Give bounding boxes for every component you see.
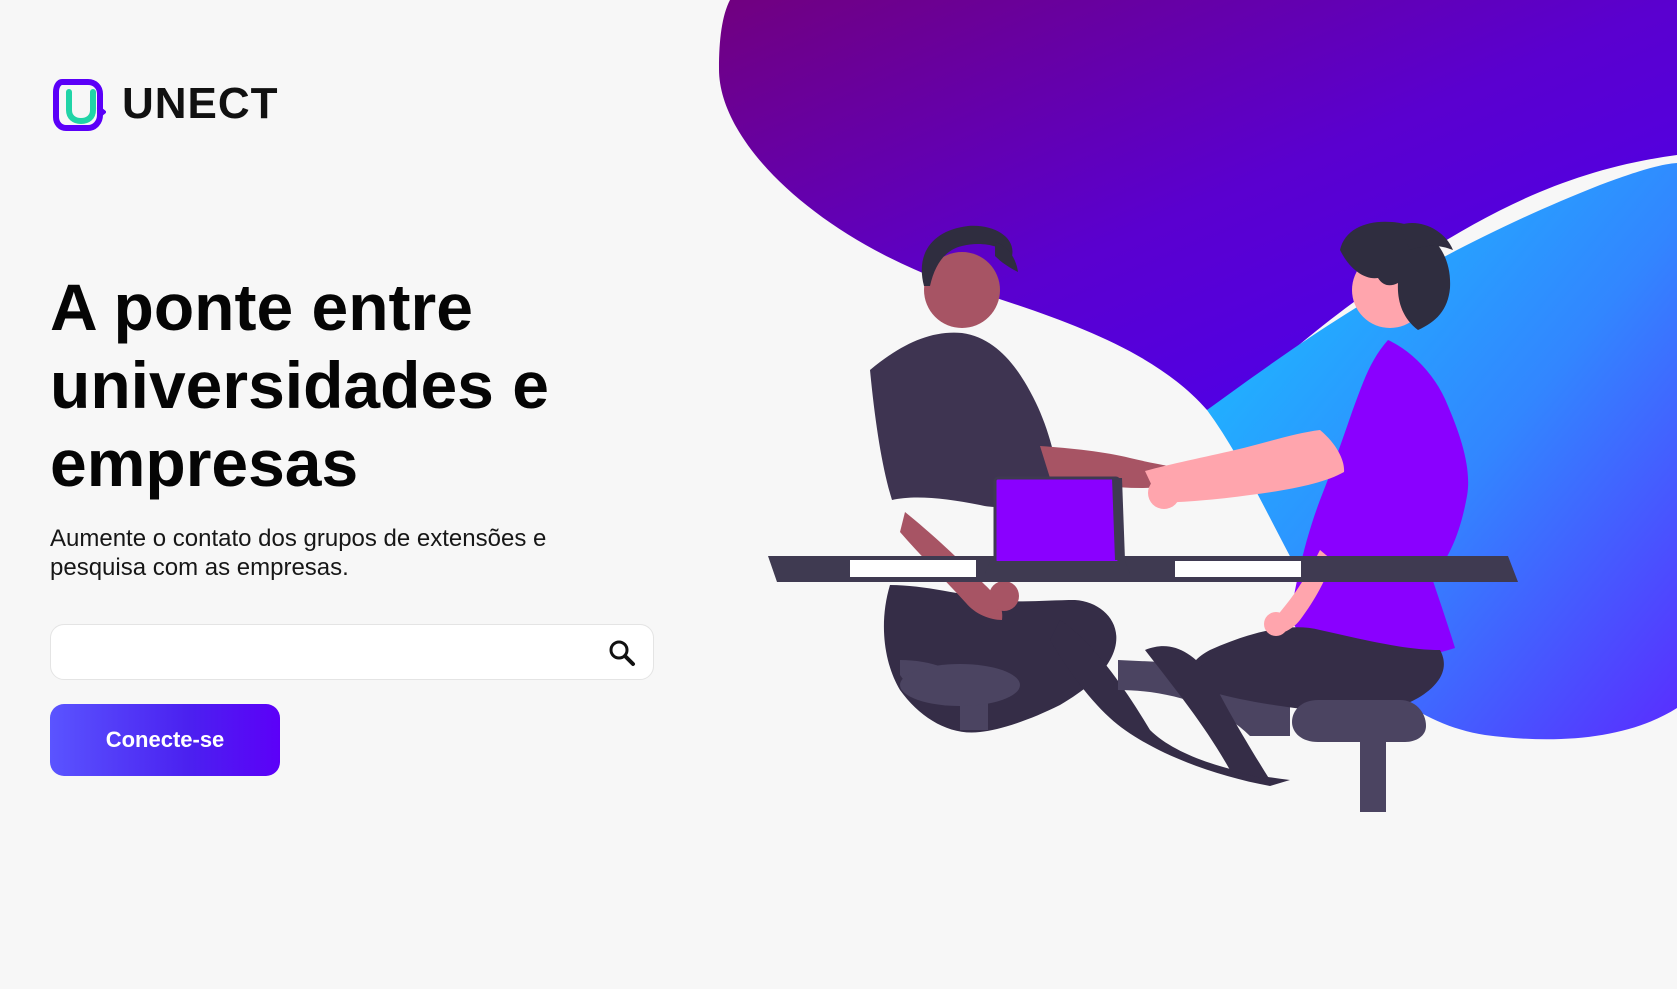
search-icon[interactable] [607,638,637,668]
search-bar [50,624,654,680]
brand-logo[interactable]: UNECT [50,76,279,132]
search-input[interactable] [69,635,583,671]
unect-logo-icon [53,79,106,131]
background-blobs [718,0,1677,740]
hero-headline: A ponte entre universidades e empresas [50,270,549,500]
hero-subtitle: Aumente o contato dos grupos de extensõe… [50,525,547,581]
connect-button[interactable]: Conecte-se [50,704,280,776]
brand-name: UNECT [122,79,279,128]
